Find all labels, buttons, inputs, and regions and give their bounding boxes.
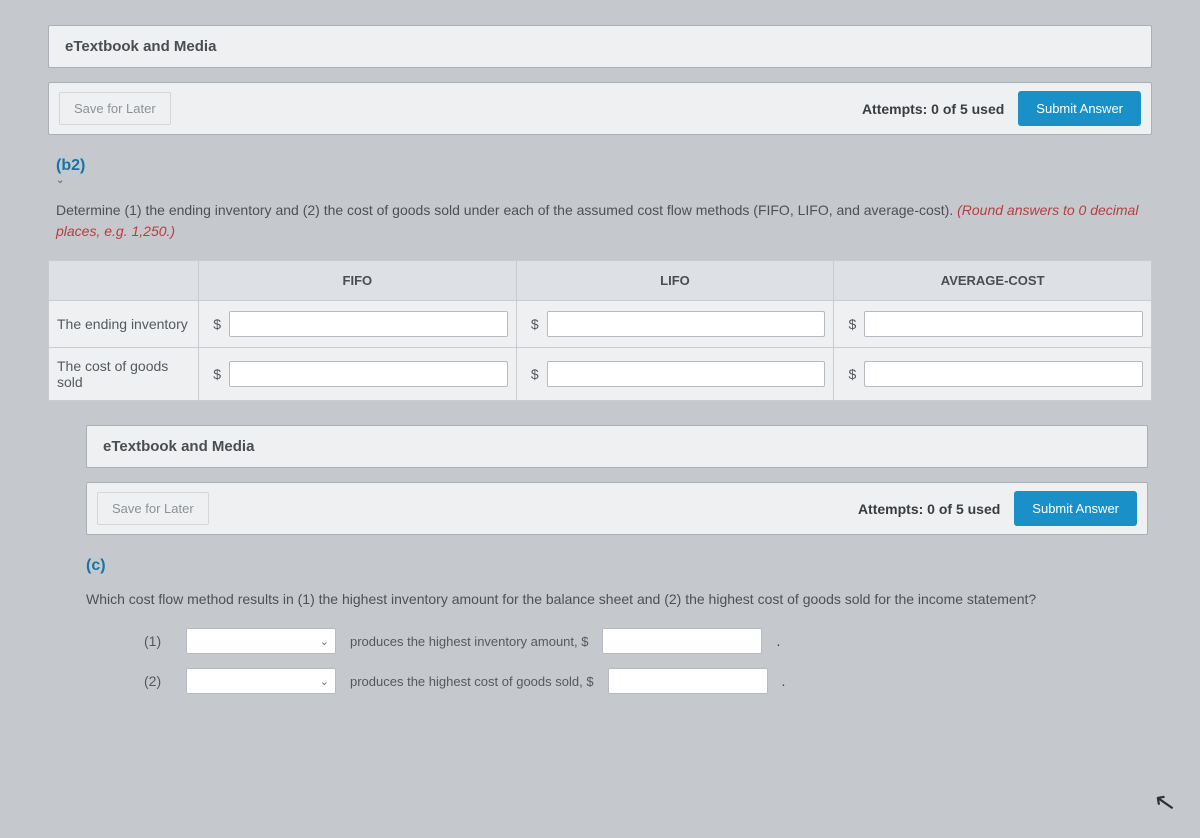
table-row: The cost of goods sold $ $ $ <box>49 348 1152 401</box>
currency-label: $ <box>207 316 221 332</box>
b2-instruction: Determine (1) the ending inventory and (… <box>56 200 1144 242</box>
currency-label: $ <box>842 366 856 382</box>
lifo-cogs-input[interactable] <box>547 361 826 387</box>
col-lifo: LIFO <box>516 261 834 301</box>
currency-label: $ <box>207 366 221 382</box>
section-b2-tag: (b2) ⌄ <box>56 157 1152 186</box>
attempts-text-inner: Attempts: 0 of 5 used <box>858 501 1000 517</box>
period: . <box>776 633 780 649</box>
action-bar-inner: Save for Later Attempts: 0 of 5 used Sub… <box>86 482 1148 535</box>
table-row: The ending inventory $ $ $ <box>49 301 1152 348</box>
row-ending-inventory: The ending inventory <box>49 301 199 348</box>
etextbook-media-top[interactable]: eTextbook and Media <box>48 25 1152 68</box>
statement-text-1: produces the highest inventory amount, $ <box>350 634 588 649</box>
statement-number-2: (2) <box>144 673 172 689</box>
attempts-wrap-inner: Attempts: 0 of 5 used Submit Answer <box>858 491 1137 526</box>
save-for-later-button[interactable]: Save for Later <box>59 92 171 125</box>
lifo-ending-inventory-input[interactable] <box>547 311 826 337</box>
statement-text-2: produces the highest cost of goods sold,… <box>350 674 594 689</box>
submit-answer-button[interactable]: Submit Answer <box>1018 91 1141 126</box>
method-select-1[interactable]: ⌄ <box>186 628 336 654</box>
attempts-wrap: Attempts: 0 of 5 used Submit Answer <box>862 91 1141 126</box>
c-question: Which cost flow method results in (1) th… <box>86 589 1140 610</box>
col-avg: AVERAGE-COST <box>834 261 1152 301</box>
etextbook-media-inner[interactable]: eTextbook and Media <box>86 425 1148 468</box>
currency-label: $ <box>525 366 539 382</box>
avg-ending-inventory-input[interactable] <box>864 311 1143 337</box>
fifo-cogs-input[interactable] <box>229 361 508 387</box>
highest-cogs-amount-input[interactable] <box>608 668 768 694</box>
method-select-2[interactable]: ⌄ <box>186 668 336 694</box>
submit-answer-button-inner[interactable]: Submit Answer <box>1014 491 1137 526</box>
cursor-icon: ↖ <box>1152 785 1179 819</box>
col-blank <box>49 261 199 301</box>
chevron-down-icon: ⌄ <box>320 635 329 648</box>
statement-row-2: (2) ⌄ produces the highest cost of goods… <box>144 668 1148 694</box>
cost-flow-table: FIFO LIFO AVERAGE-COST The ending invent… <box>48 260 1152 401</box>
fifo-ending-inventory-input[interactable] <box>229 311 508 337</box>
statement-row-1: (1) ⌄ produces the highest inventory amo… <box>144 628 1148 654</box>
chevron-down-icon: ⌄ <box>320 675 329 688</box>
highest-inventory-amount-input[interactable] <box>602 628 762 654</box>
action-bar-top: Save for Later Attempts: 0 of 5 used Sub… <box>48 82 1152 135</box>
etextbook-label: eTextbook and Media <box>65 38 216 55</box>
avg-cogs-input[interactable] <box>864 361 1143 387</box>
save-for-later-button-inner[interactable]: Save for Later <box>97 492 209 525</box>
section-c-tag: (c) <box>86 557 1148 575</box>
etextbook-label: eTextbook and Media <box>103 438 254 455</box>
chevron-down-icon: ⌄ <box>56 175 1152 186</box>
currency-label: $ <box>842 316 856 332</box>
period: . <box>782 673 786 689</box>
row-cogs: The cost of goods sold <box>49 348 199 401</box>
statement-number-1: (1) <box>144 633 172 649</box>
attempts-text: Attempts: 0 of 5 used <box>862 101 1004 117</box>
col-fifo: FIFO <box>199 261 517 301</box>
currency-label: $ <box>525 316 539 332</box>
